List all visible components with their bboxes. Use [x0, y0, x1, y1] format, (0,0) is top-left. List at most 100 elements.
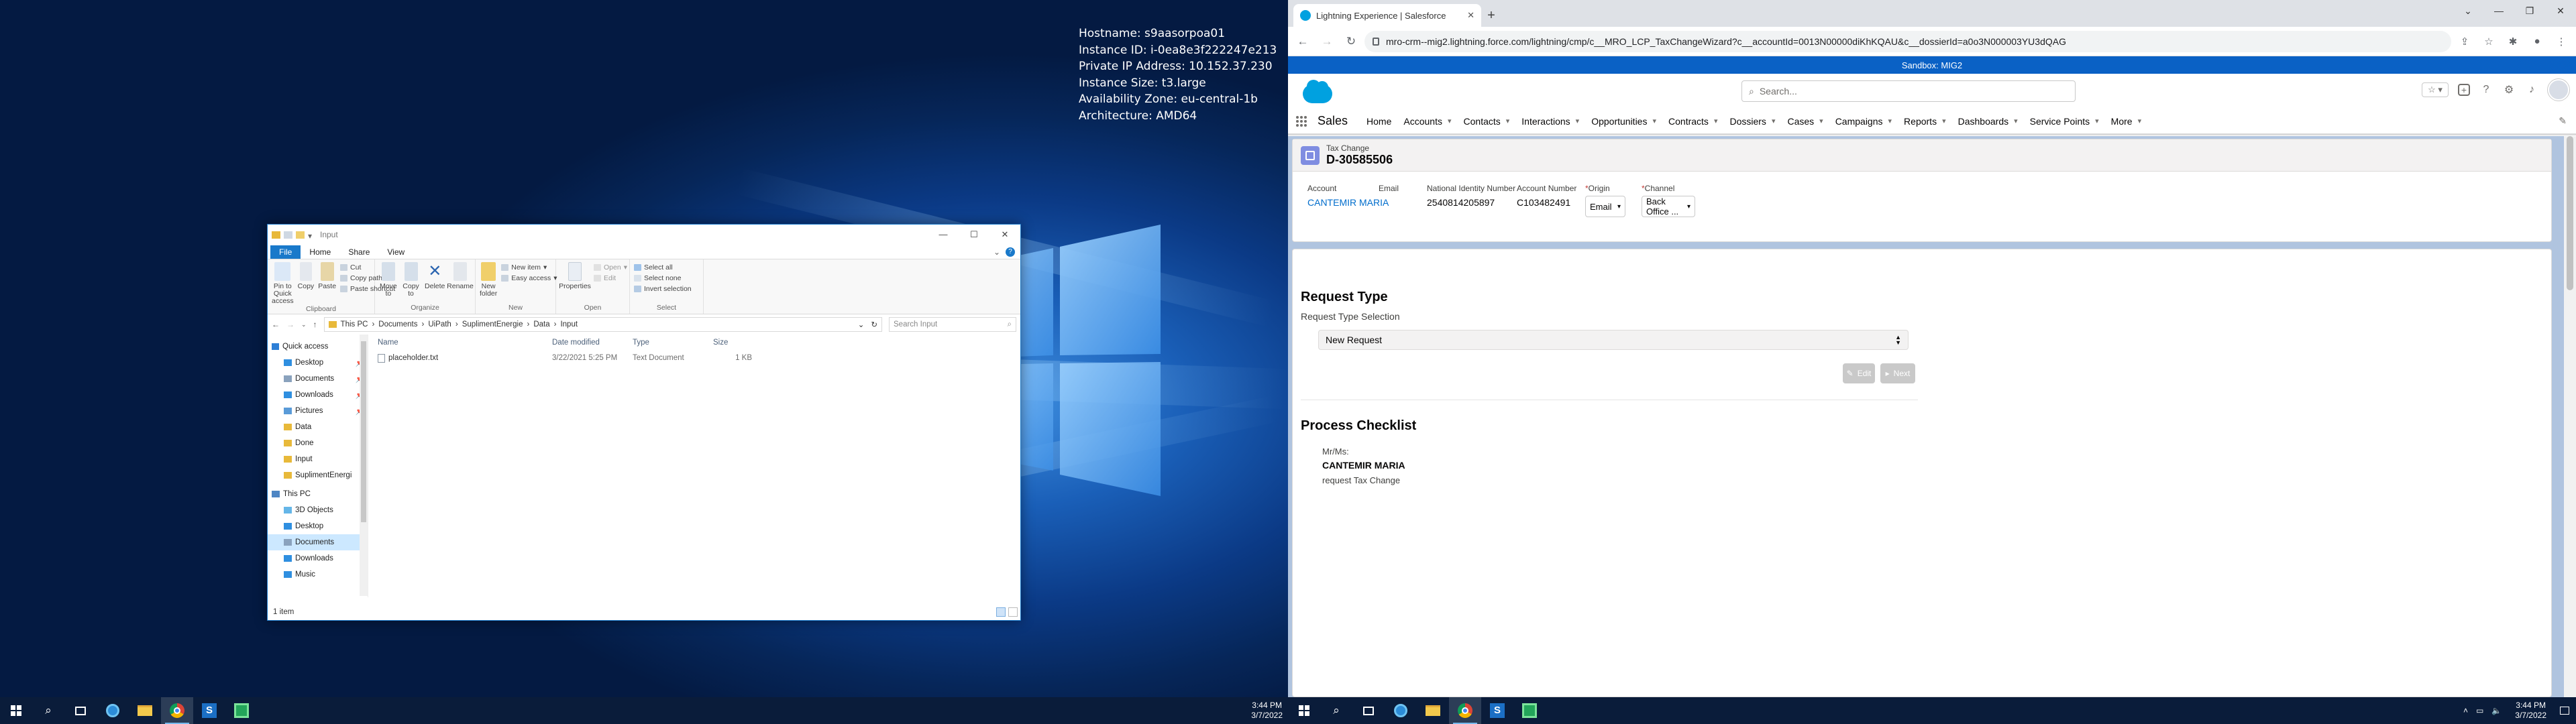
- chevron-down-icon[interactable]: ▾: [308, 231, 313, 241]
- chevron-down-icon[interactable]: ▾: [2095, 117, 2099, 125]
- chevron-down-icon[interactable]: ▾: [2014, 117, 2018, 125]
- app-launcher-icon[interactable]: [1296, 115, 1307, 127]
- profile-icon[interactable]: ●: [2526, 31, 2548, 52]
- file-explorer-app-button[interactable]: [1417, 697, 1449, 724]
- chevron-down-icon[interactable]: ⌄: [858, 320, 865, 329]
- search-button[interactable]: ⌕: [32, 697, 64, 724]
- address-bar[interactable]: mro-crm--mig2.lightning.force.com/lightn…: [1364, 30, 2451, 52]
- global-actions-icon[interactable]: +: [2458, 84, 2470, 96]
- notifications-bell-icon[interactable]: ♪: [2525, 83, 2538, 97]
- nav-item-contracts[interactable]: Contracts ▾: [1668, 116, 1717, 127]
- chevron-down-icon[interactable]: ▾: [1652, 117, 1656, 125]
- chevron-down-icon[interactable]: ▾: [1942, 117, 1946, 125]
- column-name[interactable]: Name: [374, 339, 548, 347]
- properties-button[interactable]: Properties: [559, 262, 591, 290]
- favorites-star-icon[interactable]: ☆ ▾: [2422, 82, 2449, 97]
- open-button[interactable]: Open ▾: [594, 263, 627, 272]
- tab-search-icon[interactable]: ⌄: [2453, 0, 2483, 21]
- file-explorer-app-button[interactable]: [129, 697, 161, 724]
- minimize-button[interactable]: —: [928, 225, 959, 245]
- start-button[interactable]: [0, 697, 32, 724]
- chevron-down-icon[interactable]: ▾: [2138, 117, 2142, 125]
- account-link[interactable]: CANTEMIR MARIA: [1307, 197, 1389, 208]
- refresh-icon[interactable]: ↻: [871, 320, 877, 329]
- clock[interactable]: 3:44 PM 3/7/2022: [2515, 701, 2546, 721]
- nav-item-opportunities[interactable]: Opportunities ▾: [1591, 116, 1656, 127]
- request-type-select[interactable]: New Request ▲ ▼: [1318, 330, 1909, 350]
- column-date-modified[interactable]: Date modified: [548, 339, 629, 347]
- explorer-title-bar[interactable]: ▾ Input — ☐ ✕: [268, 225, 1020, 245]
- forward-arrow-icon[interactable]: →: [286, 320, 294, 329]
- paste-button[interactable]: Paste: [318, 262, 336, 290]
- start-button[interactable]: [1288, 697, 1320, 724]
- close-button[interactable]: ✕: [989, 225, 1020, 245]
- address-bar[interactable]: This PC › Documents › UiPath › SuplimentEne…: [323, 317, 882, 332]
- minimize-button[interactable]: —: [2483, 0, 2514, 21]
- breadcrumb-data[interactable]: Data: [533, 320, 549, 328]
- search-input[interactable]: Search Input ⌕: [889, 317, 1016, 332]
- setup-gear-icon[interactable]: ⚙: [2502, 83, 2516, 97]
- chevron-down-icon[interactable]: ▾: [1714, 117, 1718, 125]
- page-scrollbar[interactable]: [2564, 136, 2576, 697]
- extensions-icon[interactable]: ✱: [2502, 31, 2524, 52]
- nav-item-service-points[interactable]: Service Points ▾: [2030, 116, 2099, 127]
- column-type[interactable]: Type: [629, 339, 709, 347]
- large-icons-view-icon[interactable]: [1008, 607, 1018, 617]
- chevron-down-icon[interactable]: ▾: [1448, 117, 1452, 125]
- bookmark-star-icon[interactable]: ☆: [2478, 31, 2500, 52]
- move-to-button[interactable]: Move to: [379, 262, 398, 298]
- tab-view[interactable]: View: [378, 245, 413, 259]
- breadcrumb-uipath[interactable]: UiPath: [428, 320, 451, 328]
- nav-quick-access[interactable]: Quick access: [268, 339, 368, 355]
- help-icon[interactable]: ?: [2479, 83, 2493, 97]
- search-button[interactable]: ⌕: [1320, 697, 1352, 724]
- nav-downloads-pinned[interactable]: Downloads📌: [268, 387, 368, 403]
- pin-quick-access-button[interactable]: Pin to Quick access: [272, 262, 294, 305]
- nav-3d-objects[interactable]: 3D Objects: [268, 502, 368, 518]
- close-button[interactable]: ✕: [2545, 0, 2576, 21]
- channel-select[interactable]: Back Office ... ▾: [1642, 196, 1695, 217]
- breadcrumb-supliment-energie[interactable]: SuplimentEnergie: [462, 320, 523, 328]
- copy-button[interactable]: Copy: [298, 262, 314, 290]
- nav-item-contacts[interactable]: Contacts ▾: [1464, 116, 1510, 127]
- maximize-button[interactable]: ❐: [2514, 0, 2545, 21]
- nav-supliment-energie[interactable]: SuplimentEnergi: [268, 467, 368, 483]
- nav-item-accounts[interactable]: Accounts ▾: [1403, 116, 1451, 127]
- nav-scrollbar[interactable]: [360, 335, 368, 596]
- salesforce-logo[interactable]: [1303, 80, 1332, 103]
- next-button[interactable]: ▸ Next: [1880, 363, 1915, 383]
- uipath-assistant-app-button[interactable]: [1513, 697, 1546, 724]
- tray-overflow-chevron-icon[interactable]: ˄: [2463, 706, 2468, 715]
- nav-done[interactable]: Done: [268, 435, 368, 451]
- nav-item-reports[interactable]: Reports ▾: [1904, 116, 1946, 127]
- uipath-assistant-app-button[interactable]: [225, 697, 258, 724]
- breadcrumb-documents[interactable]: Documents: [378, 320, 417, 328]
- menu-kebab-icon[interactable]: ⋮: [2551, 31, 2572, 52]
- edit-button[interactable]: ✎ Edit: [1843, 363, 1875, 383]
- nav-item-cases[interactable]: Cases ▾: [1787, 116, 1823, 127]
- share-icon[interactable]: ⇪: [2454, 31, 2475, 52]
- tab-home[interactable]: Home: [301, 245, 339, 259]
- nav-item-campaigns[interactable]: Campaigns ▾: [1835, 116, 1892, 127]
- maximize-button[interactable]: ☐: [959, 225, 989, 245]
- new-folder-button[interactable]: New folder: [480, 262, 497, 298]
- notifications-icon[interactable]: [2560, 707, 2569, 715]
- tab-share[interactable]: Share: [339, 245, 378, 259]
- nav-item-dossiers[interactable]: Dossiers ▾: [1729, 116, 1775, 127]
- rename-button[interactable]: Rename: [447, 262, 474, 290]
- chevron-down-icon[interactable]: ▾: [1888, 117, 1892, 125]
- up-arrow-icon[interactable]: ↑: [313, 320, 317, 329]
- nav-this-pc[interactable]: This PC: [268, 486, 368, 502]
- details-view-icon[interactable]: [996, 607, 1006, 617]
- new-item-button[interactable]: New item ▾: [501, 263, 557, 272]
- edge-app-button[interactable]: [1385, 697, 1417, 724]
- reload-button[interactable]: ↻: [1340, 31, 1362, 52]
- task-view-button[interactable]: [64, 697, 97, 724]
- new-tab-button[interactable]: +: [1481, 4, 1501, 27]
- nav-item-dashboards[interactable]: Dashboards ▾: [1958, 116, 2018, 127]
- breadcrumb-input[interactable]: Input: [560, 320, 578, 328]
- chevron-down-icon[interactable]: ⌄: [994, 247, 1000, 257]
- tab-file[interactable]: File: [270, 245, 301, 259]
- volume-icon[interactable]: 🔈: [2491, 706, 2502, 715]
- uipath-studio-app-button[interactable]: S: [1481, 697, 1513, 724]
